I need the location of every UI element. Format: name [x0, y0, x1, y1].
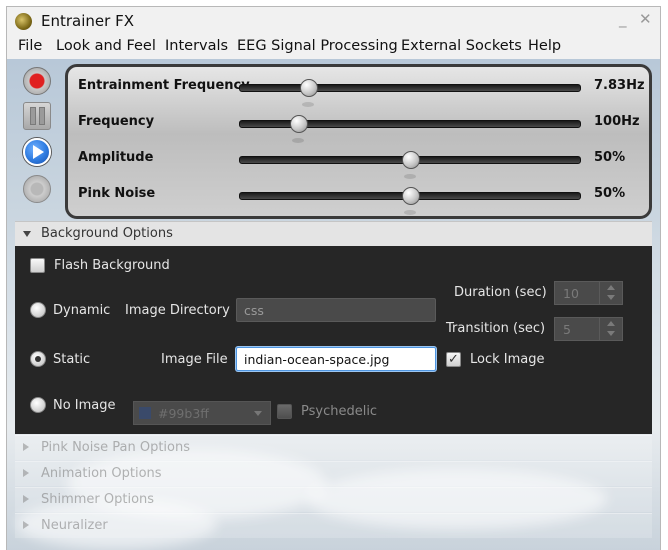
- pause-icon[interactable]: [23, 102, 51, 130]
- shimmer-options-header[interactable]: Shimmer Options: [15, 487, 652, 512]
- app-logo-icon: [15, 13, 32, 30]
- entrainment-frequency-thumb[interactable]: [300, 79, 318, 97]
- animation-options-header[interactable]: Animation Options: [15, 461, 652, 486]
- color-value: #99b3ff: [158, 406, 209, 421]
- title-bar: Entrainer FX _ ✕: [7, 7, 660, 35]
- entrainment-frequency-slider[interactable]: [239, 79, 581, 97]
- duration-value: 10: [563, 286, 579, 301]
- menu-external-sockets[interactable]: External Sockets: [401, 38, 522, 54]
- dynamic-label: Dynamic: [53, 303, 111, 318]
- no-image-radio[interactable]: [30, 397, 46, 413]
- transition-decrement-icon[interactable]: [607, 331, 615, 336]
- frequency-slider[interactable]: [239, 115, 581, 133]
- color-select[interactable]: #99b3ff: [133, 401, 271, 425]
- section-title: Pink Noise Pan Options: [41, 440, 191, 455]
- section-title: Neuralizer: [41, 518, 108, 533]
- slider-thumb-reflection: [404, 174, 416, 179]
- lock-image-checkbox[interactable]: ✓: [446, 352, 461, 367]
- menu-bar: File Look and Feel Intervals EEG Signal …: [7, 35, 660, 59]
- lock-image-label: Lock Image: [470, 352, 545, 367]
- duration-decrement-icon[interactable]: [607, 295, 615, 300]
- window-title: Entrainer FX: [41, 12, 134, 30]
- pink-noise-label: Pink Noise: [78, 186, 156, 201]
- frequency-label: Frequency: [78, 114, 155, 129]
- pink-noise-pan-options-header[interactable]: Pink Noise Pan Options: [15, 435, 652, 460]
- slider-panel: Entrainment Frequency 7.83Hz Frequency 1…: [65, 64, 652, 219]
- chevron-right-icon: [23, 469, 29, 477]
- record-icon[interactable]: [23, 67, 51, 95]
- no-image-label: No Image: [53, 398, 116, 413]
- amplitude-thumb[interactable]: [402, 151, 420, 169]
- section-title: Shimmer Options: [41, 492, 155, 507]
- section-title: Animation Options: [41, 466, 162, 481]
- neuralizer-header[interactable]: Neuralizer: [15, 513, 652, 538]
- image-directory-input[interactable]: [236, 298, 436, 322]
- minimize-button[interactable]: _: [619, 10, 627, 28]
- amplitude-value: 50%: [594, 150, 626, 165]
- pink-noise-value: 50%: [594, 186, 626, 201]
- dynamic-radio[interactable]: [30, 302, 46, 318]
- flash-background-checkbox[interactable]: [30, 258, 45, 273]
- radio-selected-dot: [35, 356, 41, 362]
- chevron-down-icon: [254, 411, 262, 416]
- static-radio[interactable]: [30, 351, 46, 367]
- pink-noise-slider[interactable]: [239, 187, 581, 205]
- chevron-right-icon: [23, 495, 29, 503]
- menu-look-and-feel[interactable]: Look and Feel: [56, 38, 156, 54]
- flash-background-label: Flash Background: [54, 258, 170, 273]
- close-button[interactable]: ✕: [639, 10, 652, 28]
- psychedelic-label: Psychedelic: [301, 404, 378, 419]
- static-label: Static: [53, 352, 91, 367]
- transition-value: 5: [563, 322, 571, 337]
- pink-noise-thumb[interactable]: [402, 187, 420, 205]
- play-icon[interactable]: [23, 138, 51, 166]
- slider-thumb-reflection: [291, 138, 304, 143]
- image-file-input[interactable]: [236, 347, 436, 371]
- entrainment-frequency-label: Entrainment Frequency: [78, 78, 250, 93]
- duration-spinner[interactable]: 10: [554, 281, 623, 305]
- chevron-right-icon: [23, 521, 29, 529]
- background-options-title: Background Options: [41, 226, 173, 241]
- duration-label: Duration (sec): [454, 285, 547, 300]
- app-window: Entrainer FX _ ✕ File Look and Feel Inte…: [6, 6, 661, 550]
- image-file-label: Image File: [161, 352, 228, 367]
- menu-help[interactable]: Help: [528, 38, 561, 54]
- background-options-header[interactable]: Background Options: [15, 221, 652, 246]
- stop-icon[interactable]: [23, 175, 51, 203]
- duration-increment-icon[interactable]: [607, 285, 615, 290]
- image-directory-label: Image Directory: [125, 303, 230, 318]
- slider-thumb-reflection: [302, 102, 314, 107]
- background-options-panel: Flash Background Dynamic Image Directory…: [15, 246, 652, 434]
- menu-file[interactable]: File: [18, 38, 42, 54]
- chevron-down-icon: [23, 231, 31, 237]
- transition-spinner[interactable]: 5: [554, 317, 623, 341]
- amplitude-slider[interactable]: [239, 151, 581, 169]
- slider-thumb-reflection: [404, 210, 416, 215]
- chevron-right-icon: [23, 443, 29, 451]
- menu-intervals[interactable]: Intervals: [165, 38, 228, 54]
- transition-label: Transition (sec): [446, 321, 546, 336]
- menu-eeg-signal-processing[interactable]: EEG Signal Processing: [237, 38, 398, 54]
- color-swatch: [139, 407, 151, 419]
- amplitude-label: Amplitude: [78, 150, 154, 165]
- psychedelic-checkbox[interactable]: [277, 404, 292, 419]
- entrainment-frequency-value: 7.83Hz: [594, 78, 645, 93]
- frequency-thumb[interactable]: [289, 115, 308, 133]
- transition-increment-icon[interactable]: [607, 321, 615, 326]
- frequency-value: 100Hz: [594, 114, 640, 129]
